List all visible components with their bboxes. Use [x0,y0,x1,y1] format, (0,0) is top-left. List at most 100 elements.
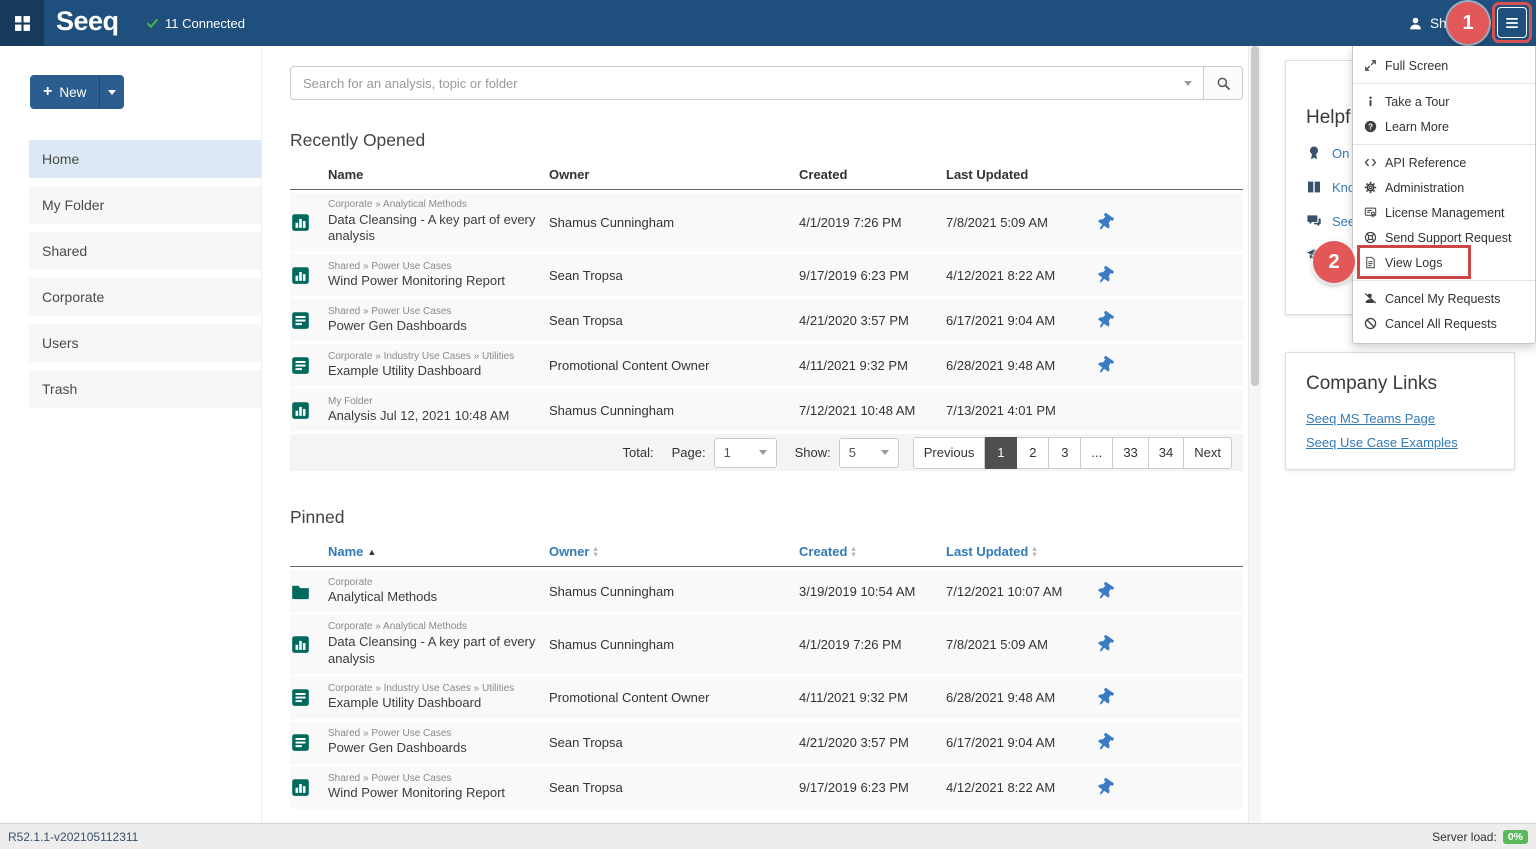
item-name-link[interactable]: Data Cleansing - A key part of every ana… [328,634,539,668]
new-dropdown-toggle[interactable] [99,75,124,109]
server-load-label: Server load: [1432,830,1497,844]
scrollbar-thumb[interactable] [1251,46,1259,386]
show-label: Show: [795,445,831,460]
pin-icon[interactable] [1094,777,1115,799]
item-name-link[interactable]: Data Cleansing - A key part of every ana… [328,212,539,246]
page-select-value: 1 [724,445,731,460]
page-select[interactable]: 1 [714,438,777,468]
item-name-link[interactable]: Wind Power Monitoring Report [328,273,539,290]
sidebar-item-corporate[interactable]: Corporate [29,278,261,316]
page-button-3[interactable]: 3 [1049,437,1081,469]
created-cell: 9/17/2019 6:23 PM [799,780,946,795]
item-name-link[interactable]: Example Utility Dashboard [328,363,539,380]
pin-icon[interactable] [1094,580,1115,602]
comments-icon [1306,213,1322,229]
menu-item-api-reference[interactable]: API Reference [1353,150,1535,175]
item-name-link[interactable]: Wind Power Monitoring Report [328,785,539,802]
page-button-33[interactable]: 33 [1113,437,1148,469]
table-row[interactable]: Shared » Power Use Cases Wind Power Moni… [290,767,1243,809]
pin-icon[interactable] [1094,264,1115,286]
pin-icon[interactable] [1094,354,1115,376]
company-link-teams[interactable]: Seeq MS Teams Page [1306,411,1494,426]
sidebar-item-shared[interactable]: Shared [29,232,261,270]
menu-item-learn-more[interactable]: Learn More [1353,114,1535,139]
table-row[interactable]: Corporate » Industry Use Cases » Utiliti… [290,677,1243,719]
page-button-2[interactable]: 2 [1017,437,1049,469]
item-name-link[interactable]: Power Gen Dashboards [328,318,539,335]
sort-header-owner[interactable]: Owner ▴▾ [549,544,799,559]
search-button[interactable] [1204,66,1243,100]
sidebar-item-home[interactable]: Home [29,140,261,178]
user-menu[interactable]: Sha [1408,0,1454,46]
table-row[interactable]: Corporate » Analytical Methods Data Clea… [290,615,1243,673]
page-button-1[interactable]: 1 [985,437,1017,469]
previous-page-button[interactable]: Previous [913,437,986,469]
breadcrumb[interactable]: Corporate » Industry Use Cases » Utiliti… [328,351,539,364]
sidebar-item-my-folder[interactable]: My Folder [29,186,261,224]
table-row[interactable]: Corporate Analytical Methods Shamus Cunn… [290,570,1243,612]
breadcrumb[interactable]: Corporate » Industry Use Cases » Utiliti… [328,683,539,696]
menu-item-take-a-tour[interactable]: Take a Tour [1353,89,1535,114]
connection-status[interactable]: 11 Connected [146,0,245,46]
sidebar-item-trash[interactable]: Trash [29,370,261,408]
search-input[interactable] [291,76,1203,91]
pin-icon[interactable] [1094,309,1115,331]
table-row[interactable]: Shared » Power Use Cases Wind Power Moni… [290,254,1243,296]
pin-icon[interactable] [1094,732,1115,754]
helpful-link[interactable]: Int [1332,248,1346,263]
helpful-link[interactable]: On [1332,146,1349,161]
created-cell: 4/1/2019 7:26 PM [799,215,946,230]
app-grid-button[interactable] [0,0,44,46]
menu-item-send-support-request[interactable]: Send Support Request [1353,225,1535,250]
sort-header-name[interactable]: Name ▲ [328,544,549,559]
table-row[interactable]: Shared » Power Use Cases Power Gen Dashb… [290,722,1243,764]
menu-divider [1353,144,1535,145]
menu-item-administration[interactable]: Administration [1353,175,1535,200]
table-row[interactable]: Corporate » Industry Use Cases » Utiliti… [290,344,1243,386]
life-ring-icon [1364,231,1377,244]
breadcrumb[interactable]: Corporate » Analytical Methods [328,621,539,634]
menu-item-full-screen[interactable]: Full Screen [1353,53,1535,78]
page-button-34[interactable]: 34 [1149,437,1184,469]
next-page-button[interactable]: Next [1184,437,1232,469]
menu-item-cancel-all-requests[interactable]: Cancel All Requests [1353,311,1535,336]
breadcrumb[interactable]: My Folder [328,396,539,409]
topic-icon [291,733,310,752]
company-link-use-cases[interactable]: Seeq Use Case Examples [1306,435,1494,450]
pin-icon[interactable] [1094,687,1115,709]
page-ellipsis-button[interactable]: ... [1081,437,1113,469]
menu-item-license-management[interactable]: License Management [1353,200,1535,225]
sort-icon: ▴▾ [851,546,855,557]
new-button[interactable]: + New [30,75,124,109]
table-row[interactable]: Shared » Power Use Cases Power Gen Dashb… [290,299,1243,341]
sort-header-last-updated[interactable]: Last Updated ▴▾ [946,544,1086,559]
breadcrumb[interactable]: Shared » Power Use Cases [328,306,539,319]
table-header: Name ▲ Owner ▴▾ Created ▴▾ Last Updated … [290,537,1243,567]
workbook-icon [291,213,310,232]
hamburger-menu-button[interactable] [1497,7,1527,38]
search-options-chevron-icon[interactable] [1184,81,1192,86]
pin-icon[interactable] [1094,211,1115,233]
item-name-link[interactable]: Power Gen Dashboards [328,740,539,757]
breadcrumb[interactable]: Corporate [328,577,539,590]
breadcrumb[interactable]: Shared » Power Use Cases [328,728,539,741]
created-cell: 4/21/2020 3:57 PM [799,735,946,750]
menu-item-cancel-my-requests[interactable]: Cancel My Requests [1353,286,1535,311]
vertical-scrollbar[interactable] [1248,46,1261,823]
item-name-link[interactable]: Analytical Methods [328,589,539,606]
item-name-link[interactable]: Analysis Jul 12, 2021 10:48 AM [328,408,539,425]
breadcrumb[interactable]: Corporate » Analytical Methods [328,199,539,212]
hamburger-icon [1504,15,1520,31]
item-name-link[interactable]: Example Utility Dashboard [328,695,539,712]
menu-item-view-logs[interactable]: View Logs 2 [1353,250,1535,275]
sidebar-item-users[interactable]: Users [29,324,261,362]
workbook-icon [291,266,310,285]
breadcrumb[interactable]: Shared » Power Use Cases [328,261,539,274]
table-row[interactable]: My Folder Analysis Jul 12, 2021 10:48 AM… [290,389,1243,431]
new-button-label: New [59,85,86,100]
table-row[interactable]: Corporate » Analytical Methods Data Clea… [290,193,1243,251]
pin-icon[interactable] [1094,633,1115,655]
show-select[interactable]: 5 [839,438,899,468]
sort-header-created[interactable]: Created ▴▾ [799,544,946,559]
breadcrumb[interactable]: Shared » Power Use Cases [328,773,539,786]
